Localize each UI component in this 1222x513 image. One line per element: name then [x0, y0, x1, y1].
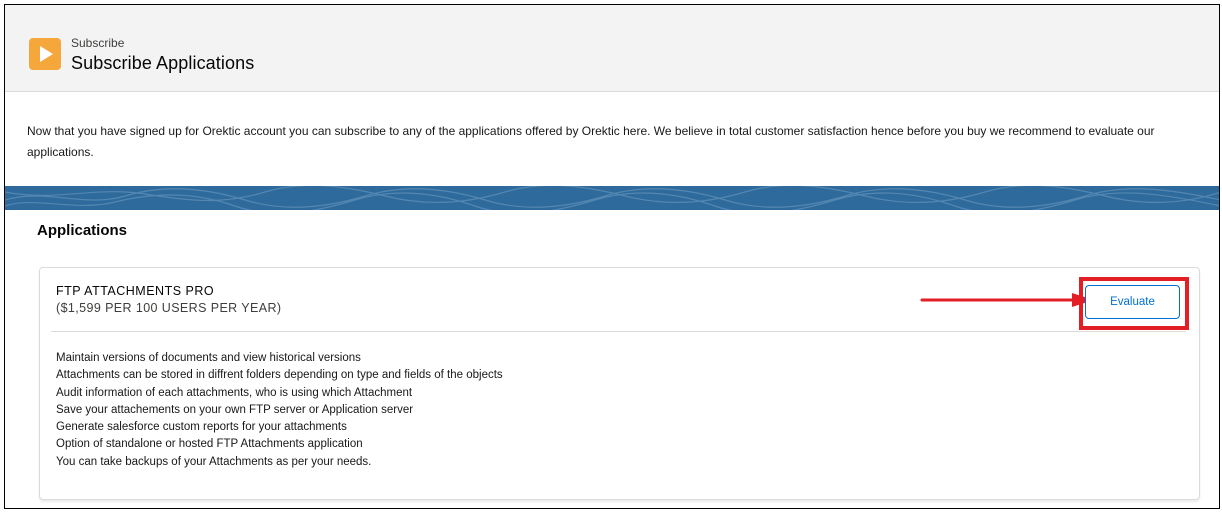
red-arrow-icon: [920, 293, 1094, 307]
page-frame: Subscribe Subscribe Applications Now tha…: [4, 4, 1220, 509]
feature-item: Generate salesforce custom reports for y…: [56, 421, 347, 434]
application-name: FTP ATTACHMENTS PRO: [56, 284, 215, 298]
decorative-banner: [5, 186, 1219, 210]
application-card: FTP ATTACHMENTS PRO ($1,599 PER 100 USER…: [39, 267, 1200, 500]
evaluate-button[interactable]: Evaluate: [1085, 285, 1180, 319]
feature-item: Option of standalone or hosted FTP Attac…: [56, 438, 363, 451]
play-icon: [29, 38, 61, 70]
feature-item: Save your attachements on your own FTP s…: [56, 403, 414, 416]
card-divider: [51, 331, 1186, 332]
feature-item: Attachments can be stored in diffrent fo…: [56, 369, 503, 382]
feature-item: Maintain versions of documents and view …: [56, 352, 361, 364]
header-subtitle: Subscribe: [71, 36, 125, 50]
feature-list: Maintain versions of documents and view …: [56, 350, 503, 471]
page-header: Subscribe Subscribe Applications: [5, 5, 1219, 92]
applications-heading: Applications: [37, 222, 128, 239]
feature-item: Audit information of each attachments, w…: [56, 386, 413, 399]
page-title: Subscribe Applications: [71, 53, 255, 73]
feature-item: You can take backups of your Attachments…: [56, 455, 372, 468]
intro-text: Now that you have signed up for Orektic …: [27, 124, 1155, 159]
application-price: ($1,599 PER 100 USERS PER YEAR): [56, 301, 282, 315]
